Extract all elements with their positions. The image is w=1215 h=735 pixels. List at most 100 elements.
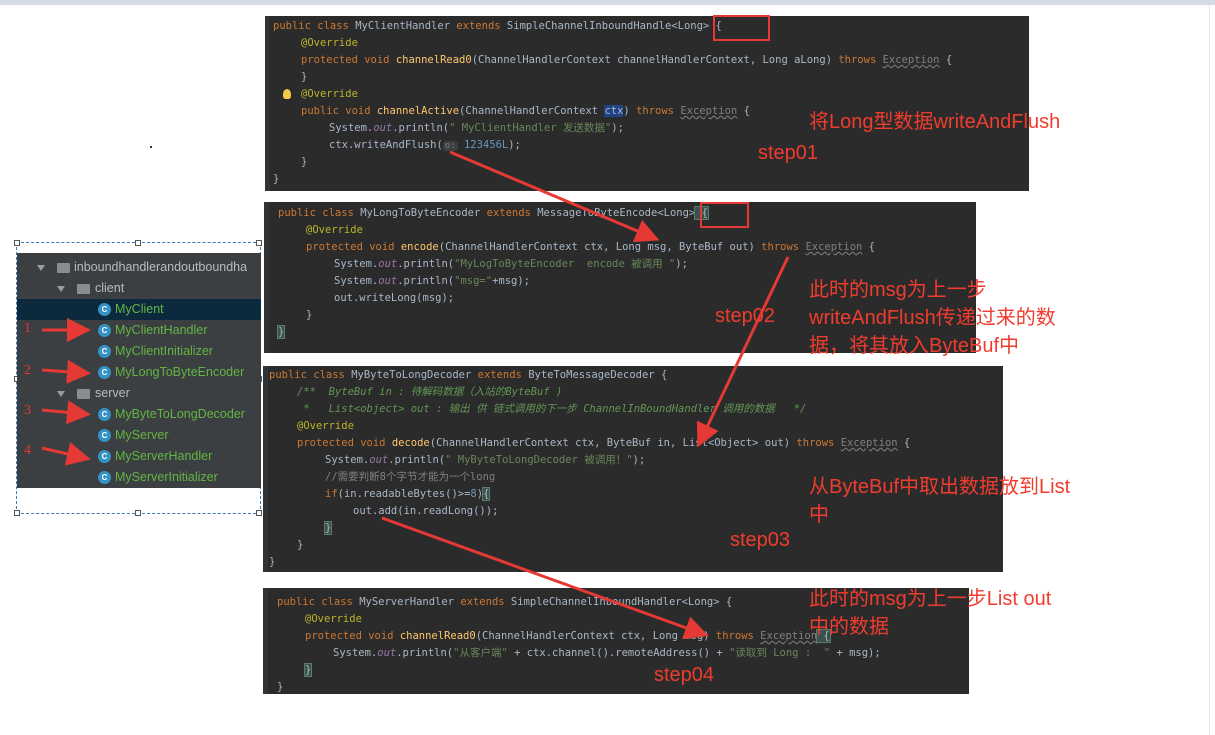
code-line: if(in.readableBytes()>=8){ xyxy=(325,487,491,501)
expand-arrow-icon[interactable] xyxy=(57,286,65,292)
tree-item-label: MyClient xyxy=(115,302,164,316)
code-line: ctx.writeAndFlush(o: 123456L); xyxy=(329,139,521,151)
expand-arrow-icon[interactable] xyxy=(37,265,45,271)
java-class-icon: C xyxy=(98,450,111,463)
tree-item-mybytetolongdecoder[interactable]: C MyByteToLongDecoder xyxy=(17,404,261,425)
tree-package-client[interactable]: client xyxy=(17,278,261,299)
code-line: out.writeLong(msg); xyxy=(334,292,455,304)
step01-label: step01 xyxy=(758,142,819,164)
java-class-icon: C xyxy=(98,345,111,358)
code-line: protected void encode(ChannelHandlerCont… xyxy=(306,241,875,253)
marker-number: 1 xyxy=(24,321,31,336)
code-line: @Override xyxy=(297,420,354,432)
editor-gutter xyxy=(264,202,269,353)
code-panel-step01: public class MyClientHandler extends Sim… xyxy=(265,16,1029,191)
tree-item-label: MyServerHandler xyxy=(115,449,213,463)
resize-handle[interactable] xyxy=(256,240,262,246)
resize-handle[interactable] xyxy=(135,510,141,516)
window-top-bar xyxy=(0,0,1215,5)
code-line: System.out.println("msg="+msg); xyxy=(334,275,531,287)
code-line: public class MyLongToByteEncoder extends… xyxy=(278,206,709,220)
long-generic-highlight-box xyxy=(700,202,749,228)
step03-label: step03 xyxy=(730,529,791,551)
tree-item-myserverhandler[interactable]: C MyServerHandler xyxy=(17,446,261,467)
code-line: System.out.println(" MyByteToLongDecoder… xyxy=(325,454,646,466)
code-line: //需要判断8个字节才能为一个long xyxy=(325,471,496,483)
tree-item-myclienthandler[interactable]: C MyClientHandler xyxy=(17,320,261,341)
code-line: public class MyClientHandler extends Sim… xyxy=(273,20,722,32)
tree-item-label: MyServerInitializer xyxy=(115,470,218,484)
marker-number: 3 xyxy=(24,403,31,418)
code-panel-step03: public class MyByteToLongDecoder extends… xyxy=(263,366,1003,572)
step02-note-line: 此时的msg为上一步 xyxy=(809,279,987,301)
editor-gutter xyxy=(263,588,268,694)
code-line: } xyxy=(301,156,308,168)
code-line: protected void channelRead0(ChannelHandl… xyxy=(305,629,831,643)
code-line: } xyxy=(306,309,313,321)
code-line: public void channelActive(ChannelHandler… xyxy=(301,105,750,117)
code-line: System.out.println(" MyClientHandler 发送数… xyxy=(329,122,624,134)
code-line: public class MyByteToLongDecoder extends… xyxy=(269,369,668,381)
step02-note-line: writeAndFlush传递过来的数 xyxy=(809,307,1056,329)
step03-note-line: 中 xyxy=(809,504,829,526)
tree-package-root[interactable]: inboundhandlerandoutboundha xyxy=(17,257,261,278)
lightbulb-icon[interactable] xyxy=(283,89,291,99)
step02-note-line: 据，将其放入ByteBuf中 xyxy=(809,335,1020,357)
tree-item-mylongtobyteencoder[interactable]: C MyLongToByteEncoder xyxy=(17,362,261,383)
code-line: @Override xyxy=(305,613,362,625)
tree-item-myclientinitializer[interactable]: C MyClientInitializer xyxy=(17,341,261,362)
tree-item-myclient[interactable]: C MyClient xyxy=(17,299,261,320)
tree-item-label: server xyxy=(95,386,130,400)
page-right-border xyxy=(1209,5,1210,735)
step01-note: 将Long型数据writeAndFlush xyxy=(809,111,1061,133)
tree-item-myserver[interactable]: C MyServer xyxy=(17,425,261,446)
marker-number: 2 xyxy=(24,363,31,378)
code-line: out.add(in.readLong()); xyxy=(353,505,499,517)
code-line: public class MyServerHandler extends Sim… xyxy=(277,596,733,608)
step03-note-line: 从ByteBuf中取出数据放到List xyxy=(809,476,1071,498)
parameter-hint: o: xyxy=(442,141,458,151)
step04-label: step04 xyxy=(654,664,715,686)
code-line: System.out.println("从客户端" + ctx.channel(… xyxy=(333,647,881,659)
step04-note-line: 中的数据 xyxy=(809,616,889,638)
tree-item-label: inboundhandlerandoutboundha xyxy=(74,260,248,274)
package-folder-icon xyxy=(77,284,90,294)
code-line: } xyxy=(303,663,313,677)
code-line: protected void channelRead0(ChannelHandl… xyxy=(301,54,953,66)
code-line: } xyxy=(277,681,284,693)
code-line: /** ByteBuf in : 待解码数据（入站的ByteBuf ) xyxy=(297,386,563,398)
resize-handle[interactable] xyxy=(256,510,262,516)
tree-item-label: MyServer xyxy=(115,428,169,442)
java-class-icon: C xyxy=(98,429,111,442)
resize-handle[interactable] xyxy=(14,240,20,246)
code-line: @Override xyxy=(306,224,363,236)
step02-label: step02 xyxy=(715,305,776,327)
code-line: } xyxy=(273,173,280,185)
step04-note-line: 此时的msg为上一步List out xyxy=(809,588,1052,610)
editor-gutter xyxy=(265,16,270,191)
tree-item-label: MyClientInitializer xyxy=(115,344,213,358)
resize-handle[interactable] xyxy=(14,510,20,516)
java-class-icon: C xyxy=(98,471,111,484)
java-class-icon: C xyxy=(98,324,111,337)
code-line: } xyxy=(269,556,276,568)
expand-arrow-icon[interactable] xyxy=(57,391,65,397)
tree-package-server[interactable]: server xyxy=(17,383,261,404)
resize-handle[interactable] xyxy=(135,240,141,246)
code-line: @Override xyxy=(301,88,358,100)
package-folder-icon xyxy=(57,263,70,273)
java-class-icon: C xyxy=(98,366,111,379)
stray-dot xyxy=(150,146,152,148)
code-line: * List<object> out : 输出 供 链式调用的下一步 Chann… xyxy=(297,403,807,415)
code-line: } xyxy=(301,71,308,83)
tree-item-label: MyLongToByteEncoder xyxy=(115,365,245,379)
code-line: System.out.println("MyLogToByteEncoder e… xyxy=(334,258,688,270)
code-line: @Override xyxy=(301,37,358,49)
tree-item-label: MyClientHandler xyxy=(115,323,208,337)
tree-item-myserverinitializer[interactable]: C MyServerInitializer xyxy=(17,467,261,488)
marker-number: 4 xyxy=(24,443,31,458)
java-class-icon: C xyxy=(98,408,111,421)
package-folder-icon xyxy=(77,389,90,399)
code-line: protected void decode(ChannelHandlerCont… xyxy=(297,437,911,449)
tree-item-label: MyByteToLongDecoder xyxy=(115,407,245,421)
